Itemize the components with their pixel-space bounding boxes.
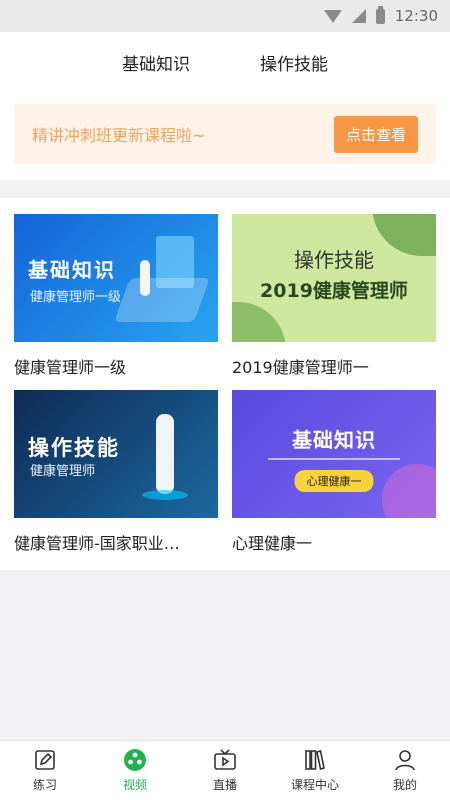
course-thumbnail: 操作技能 2019健康管理师 [232,214,436,342]
nav-label: 课程中心 [290,778,339,792]
cell-signal-icon [351,9,366,23]
bottom-nav: 练习 视频 直播 课程中心 我的 [0,740,450,800]
thumbnail-heading: 操作技能 [294,248,374,272]
tv-icon [214,749,236,770]
course-grid-section: 基础知识 健康管理师一级 健康管理师一级 操作技能 2019健康管理师 2019… [0,198,450,570]
wifi-icon [323,9,342,23]
leaf-decoration [232,302,286,342]
film-reel-icon [124,749,146,771]
course-card[interactable]: 基础知识 健康管理师一级 健康管理师一级 [14,214,218,378]
view-now-button[interactable]: 点击查看 [333,115,418,153]
course-title: 2019健康管理师一 [232,358,369,377]
platform-graphic [113,278,211,322]
nav-label: 我的 [392,778,417,792]
circle-decoration [382,464,436,518]
thumbnail-subheading: 健康管理师一级 [30,290,122,305]
top-tabs: 基础知识 操作技能 [0,32,450,92]
nav-label: 视频 [122,778,147,792]
doctor-figure [140,260,150,296]
course-card[interactable]: 操作技能 健康管理师 健康管理师-国家职业… [14,390,218,554]
tab-basic-knowledge[interactable]: 基础知识 [118,44,194,81]
thumbnail-heading: 基础知识 [292,428,376,452]
nav-video[interactable]: 视频 [100,748,170,793]
banner-section: 精讲冲刺班更新课程啦~ 点击查看 [0,92,450,180]
promo-banner[interactable]: 精讲冲刺班更新课程啦~ 点击查看 [14,104,436,164]
nav-course-center[interactable]: 课程中心 [280,748,350,793]
banner-text: 精讲冲刺班更新课程啦~ [32,126,206,145]
tab-operation-skills[interactable]: 操作技能 [256,44,332,81]
person-icon [395,750,415,771]
thumbnail-subheading: 健康管理师 [30,464,96,479]
status-time: 12:30 [394,7,438,25]
platform-graphic [142,490,188,500]
course-thumbnail: 基础知识 心理健康一 [232,390,436,518]
nav-mine[interactable]: 我的 [370,748,440,793]
thumbnail-heading: 操作技能 [28,436,120,460]
heartbeat-line [268,458,400,460]
pencil-icon [35,750,55,770]
course-grid: 基础知识 健康管理师一级 健康管理师一级 操作技能 2019健康管理师 2019… [14,214,436,554]
course-title: 心理健康一 [232,534,313,553]
thumbnail-subheading: 心理健康一 [294,470,374,492]
battery-icon [375,5,385,24]
thumbnail-subheading: 2019健康管理师 [260,280,408,302]
course-thumbnail: 基础知识 健康管理师一级 [14,214,218,342]
nav-practice[interactable]: 练习 [10,748,80,793]
books-icon [305,749,325,771]
nav-live[interactable]: 直播 [190,748,260,793]
doctor-figure [156,414,174,494]
status-bar: 12:30 [0,0,450,32]
thumbnail-heading: 基础知识 [28,258,116,282]
course-title: 健康管理师-国家职业… [14,534,180,553]
course-thumbnail: 操作技能 健康管理师 [14,390,218,518]
course-title: 健康管理师一级 [14,358,127,377]
nav-label: 练习 [32,778,57,792]
nav-label: 直播 [212,778,237,792]
course-card[interactable]: 操作技能 2019健康管理师 2019健康管理师一 [232,214,436,378]
course-card[interactable]: 基础知识 心理健康一 心理健康一 [232,390,436,554]
